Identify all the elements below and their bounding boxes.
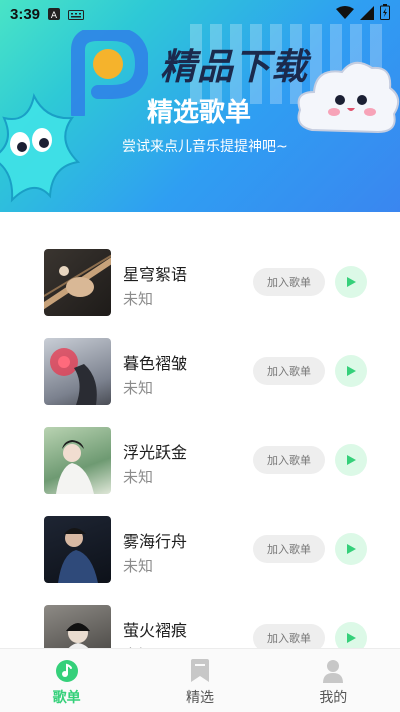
person-icon (323, 660, 344, 683)
play-button[interactable] (335, 355, 367, 387)
add-to-playlist-button[interactable]: 加入歌单 (253, 624, 325, 648)
tab-playlist[interactable]: 歌单 (0, 649, 133, 712)
bookmark-icon (190, 659, 209, 682)
battery-icon (380, 4, 390, 24)
song-title: 暮色褶皱 (123, 354, 188, 373)
banner-title: 精品下载 (160, 47, 309, 88)
add-to-playlist-button[interactable]: 加入歌单 (253, 357, 325, 385)
status-time: 3:39 (10, 5, 41, 23)
song-item[interactable]: 星穹絮语 未知 加入歌单 (0, 249, 400, 317)
tab-mine[interactable]: 我的 (267, 649, 400, 712)
song-artist: 未知 (123, 468, 154, 486)
a-icon: A (48, 5, 61, 24)
play-button[interactable] (335, 533, 367, 565)
play-icon (347, 455, 356, 465)
song-item[interactable]: 雾海行舟 未知 加入歌单 (0, 516, 400, 584)
cloud-mascot-icon (297, 61, 400, 134)
tab-label: 精选 (185, 690, 214, 706)
song-title: 雾海行舟 (123, 532, 188, 551)
play-icon (347, 544, 356, 554)
music-note-icon (55, 660, 78, 682)
banner[interactable]: 精品下载 精选歌单 尝试来点儿音乐提提神吧~ (0, 0, 400, 212)
song-item[interactable]: 萤火褶痕 未知 加入歌单 (0, 605, 400, 648)
song-item[interactable]: 暮色褶皱 未知 加入歌单 (0, 338, 400, 406)
song-cover[interactable] (44, 427, 111, 494)
svg-text:A: A (51, 11, 58, 20)
song-artist: 未知 (123, 379, 154, 397)
song-cover[interactable] (44, 605, 111, 648)
keyboard-icon (68, 5, 85, 24)
tab-label: 我的 (319, 690, 348, 706)
add-to-playlist-button[interactable]: 加入歌单 (253, 268, 325, 296)
song-title: 星穹絮语 (123, 265, 188, 284)
play-button[interactable] (335, 444, 367, 476)
add-to-playlist-button[interactable]: 加入歌单 (253, 535, 325, 563)
banner-tagline: 尝试来点儿音乐提提神吧~ (122, 139, 288, 155)
status-bar: 3:39 A (0, 0, 400, 28)
song-cover[interactable] (44, 338, 111, 405)
play-icon (347, 633, 356, 643)
tab-label: 歌单 (52, 690, 81, 706)
song-cover[interactable] (44, 249, 111, 316)
song-artist: 未知 (123, 290, 154, 308)
star-mascot-icon (0, 93, 81, 203)
banner-subtitle: 精选歌单 (147, 98, 252, 128)
song-item[interactable]: 浮光跃金 未知 加入歌单 (0, 427, 400, 495)
play-icon (347, 277, 356, 287)
song-artist: 未知 (123, 557, 154, 575)
tab-featured[interactable]: 精选 (133, 649, 266, 712)
wifi-icon (336, 5, 354, 24)
song-cover[interactable] (44, 516, 111, 583)
bottom-tab-bar: 歌单 精选 我的 (0, 648, 400, 712)
play-icon (347, 366, 356, 376)
song-list[interactable]: 星穹絮语 未知 加入歌单 暮色褶皱 未知 加入歌单 浮光跃金 未知 加入歌单 雾… (0, 212, 400, 648)
add-to-playlist-button[interactable]: 加入歌单 (253, 446, 325, 474)
song-title: 萤火褶痕 (123, 621, 188, 640)
play-button[interactable] (335, 266, 367, 298)
song-title: 浮光跃金 (123, 443, 188, 462)
play-button[interactable] (335, 622, 367, 648)
signal-icon (360, 5, 374, 24)
